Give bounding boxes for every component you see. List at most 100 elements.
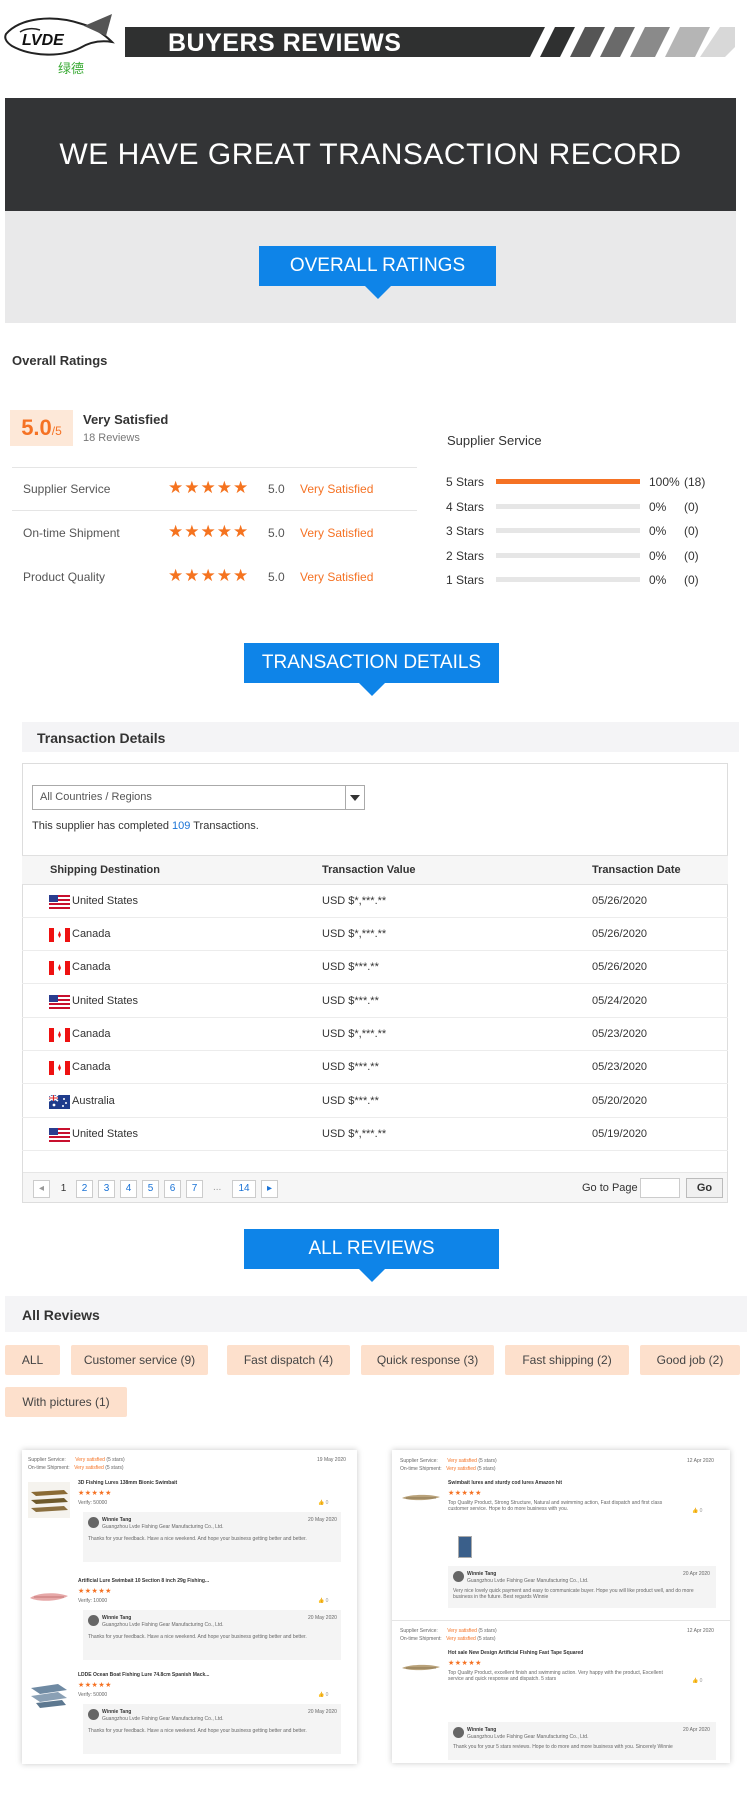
breakdown-track [496, 528, 640, 533]
product-thumbnail[interactable] [28, 1580, 70, 1621]
avatar [88, 1517, 99, 1528]
seller-reply: Winnie Tang Guangzhou Lvde Fishing Gear M… [83, 1512, 341, 1562]
destination-cell: Canada [72, 1028, 111, 1040]
product-thumbnail[interactable] [28, 1674, 70, 1715]
page-button-last[interactable]: 14 [232, 1180, 256, 1198]
completed-prefix: This supplier has completed [32, 820, 173, 832]
product-title[interactable]: Hot sale New Design Artificial Fishing F… [448, 1650, 583, 1656]
transaction-section-header: Transaction Details [22, 722, 739, 752]
page-button[interactable]: 4 [120, 1180, 137, 1198]
page-button[interactable]: 3 [98, 1180, 115, 1198]
page-button[interactable]: 7 [186, 1180, 203, 1198]
overall-ratings-tag: OVERALL RATINGS [259, 246, 496, 299]
star-icons: ★★★★★ [168, 522, 250, 541]
filter-chip-fast-shipping[interactable]: Fast shipping (2) [505, 1345, 629, 1375]
score-max: /5 [51, 424, 62, 438]
chevron-down-icon[interactable] [345, 786, 364, 809]
rating-value: 5.0 [268, 482, 285, 496]
product-thumbnail[interactable] [400, 1658, 442, 1683]
thumbs-up-icon[interactable]: 👍 0 [692, 1508, 702, 1514]
breakdown-track [496, 577, 640, 582]
seller-reply: Winnie Tang Guangzhou Lvde Fishing Gear M… [83, 1704, 341, 1754]
product-title[interactable]: 3D Fishing Lures 138mm Bionic Swimbait [78, 1480, 177, 1486]
product-title[interactable]: Artificial Lure Swimbait 10 Section 8 in… [78, 1578, 209, 1584]
reply-text: Thanks for your feedback. Have a nice we… [88, 1634, 307, 1640]
product-thumbnail[interactable] [400, 1488, 442, 1513]
verify-qty: Verify: 10000 [78, 1598, 108, 1604]
svg-text:LVDE: LVDE [22, 32, 65, 49]
date-cell: 05/26/2020 [592, 895, 648, 907]
reply-date: 20 Apr 2020 [683, 1727, 710, 1733]
destination-cell: Canada [72, 928, 111, 940]
filter-chip-good-job[interactable]: Good job (2) [640, 1345, 740, 1375]
star-breakdown-row: 2 Stars 0% (0) [446, 546, 716, 566]
page-button-current[interactable]: 1 [55, 1180, 72, 1198]
avatar [88, 1615, 99, 1626]
page-button[interactable]: 2 [76, 1180, 93, 1198]
rating-text: Very Satisfied [300, 526, 374, 540]
next-page-button[interactable]: ▸ [261, 1180, 278, 1198]
review-photo[interactable] [458, 1536, 472, 1558]
product-thumbnail[interactable] [28, 1482, 70, 1523]
transaction-count[interactable]: 109 [172, 820, 190, 832]
goto-page-label: Go to Page [582, 1182, 638, 1194]
value-cell: USD $*,***.** [322, 1128, 387, 1140]
column-header-value: Transaction Value [322, 864, 416, 876]
table-row: Canada USD $***.** 05/26/2020 [22, 951, 728, 984]
transaction-table-header: Shipping Destination Transaction Value T… [22, 855, 728, 885]
page-button[interactable]: 5 [142, 1180, 159, 1198]
prev-page-button[interactable]: ◂ [33, 1180, 50, 1198]
filter-chip-quick-response[interactable]: Quick response (3) [361, 1345, 494, 1375]
go-button[interactable]: Go [686, 1178, 723, 1198]
rating-label: On-time Shipment: [28, 1465, 70, 1471]
filter-chip-customer-service[interactable]: Customer service (9) [71, 1345, 208, 1375]
product-title[interactable]: Swimbait lures and sturdy cod lures Amaz… [448, 1480, 562, 1486]
thumbs-up-icon[interactable]: 👍 0 [318, 1692, 328, 1698]
column-header-date: Transaction Date [592, 864, 681, 876]
country-region-select[interactable]: All Countries / Regions [32, 785, 365, 810]
rating-text: Very satisfied [446, 1636, 476, 1642]
product-title[interactable]: LDDE Ocean Boat Fishing Lure 74.8cm Span… [78, 1672, 209, 1678]
star-icons: ★★★★★ [168, 566, 250, 585]
table-row: United States USD $***.** 05/24/2020 [22, 985, 728, 1018]
replier-company: Guangzhou Lvde Fishing Gear Manufacturin… [102, 1716, 224, 1722]
goto-page-input[interactable] [640, 1178, 680, 1198]
destination-cell: United States [72, 895, 139, 907]
overall-ratings-label: Overall Ratings [12, 353, 108, 368]
review-card: Supplier Service: Very satisfied (5 star… [392, 1450, 730, 1763]
divider [12, 510, 417, 511]
score-value: 5.0 [21, 415, 52, 440]
ca-flag-icon [49, 961, 70, 975]
filter-chip-with-pictures[interactable]: With pictures (1) [5, 1387, 127, 1417]
star-breakdown-row: 3 Stars 0% (0) [446, 521, 716, 541]
page-button[interactable]: 6 [164, 1180, 181, 1198]
rating-value: 5.0 [268, 526, 285, 540]
rating-label: Supplier Service: [400, 1458, 438, 1464]
date-cell: 05/23/2020 [592, 1061, 648, 1073]
thumbs-up-icon[interactable]: 👍 0 [318, 1598, 328, 1604]
filter-chip-all[interactable]: ALL [5, 1345, 60, 1375]
avatar [453, 1571, 464, 1582]
rating-label: Product Quality [23, 570, 106, 584]
divider [12, 467, 417, 468]
seller-reply: Winnie Tang Guangzhou Lvde Fishing Gear M… [83, 1610, 341, 1660]
review-date: 12 Apr 2020 [687, 1628, 714, 1634]
page-title: BUYERS REVIEWS [168, 29, 402, 57]
rating-value: 5.0 [268, 570, 285, 584]
date-cell: 05/24/2020 [592, 995, 648, 1007]
au-flag-icon [48, 1094, 70, 1109]
star-icons: ★★★★★ [448, 1660, 482, 1667]
reply-date: 20 May 2020 [308, 1517, 337, 1523]
table-row: United States USD $*,***.** 05/26/2020 [22, 885, 728, 918]
thumbs-up-icon[interactable]: 👍 0 [692, 1678, 702, 1684]
filter-chip-fast-dispatch[interactable]: Fast dispatch (4) [227, 1345, 350, 1375]
thumbs-up-icon[interactable]: 👍 0 [318, 1500, 328, 1506]
rating-text: Very satisfied [74, 1465, 104, 1471]
ca-flag-icon [49, 928, 70, 942]
reply-date: 20 May 2020 [308, 1709, 337, 1715]
star-icons: ★★★★★ [168, 478, 250, 497]
service-rating-line: Supplier Service: Very satisfied (5 star… [28, 1457, 125, 1463]
review-text: Top Quality Product, excellent finish an… [448, 1670, 663, 1682]
review-date: 12 Apr 2020 [687, 1458, 714, 1464]
breakdown-count: (0) [684, 500, 699, 514]
